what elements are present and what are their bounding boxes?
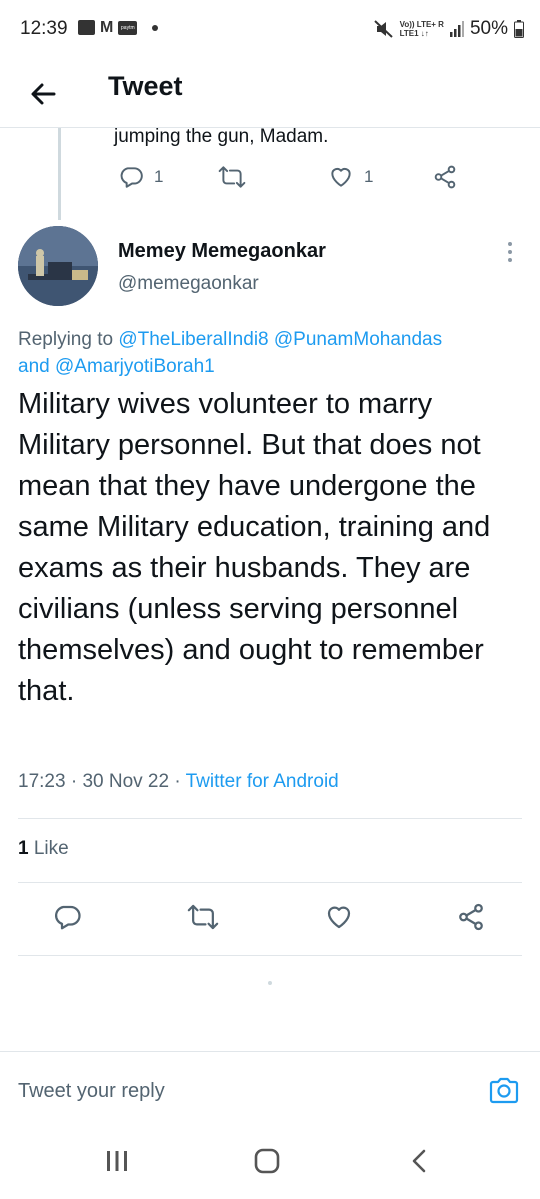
previous-share-button[interactable]: [432, 164, 458, 190]
share-icon: [434, 165, 456, 189]
previous-retweet-button[interactable]: [218, 164, 246, 190]
reply-icon: [120, 167, 143, 188]
meta-separator: ·: [169, 771, 186, 792]
mention-link[interactable]: @TheLiberalIndi8: [118, 329, 268, 350]
like-count-label: Like: [33, 838, 69, 859]
signal-icon: [449, 21, 464, 37]
mention-link[interactable]: @PunamMohandas: [274, 329, 442, 350]
recents-icon: [107, 1151, 127, 1171]
nav-back-icon: [412, 1149, 426, 1173]
status-time: 12:39: [20, 18, 68, 39]
divider: [18, 955, 522, 956]
camera-icon: [489, 1077, 519, 1104]
system-nav-bar: [0, 1128, 540, 1199]
previous-reply-count: 1: [154, 167, 164, 186]
home-button[interactable]: [254, 1148, 280, 1179]
reply-bar-divider: [0, 1051, 540, 1052]
more-options-button[interactable]: [503, 240, 517, 266]
previous-tweet-actions: 1 1: [114, 164, 474, 194]
share-icon: [459, 903, 483, 931]
divider: [18, 818, 522, 819]
tweet-actions: [0, 900, 540, 940]
thread-line: [58, 128, 61, 220]
author-name[interactable]: Memey Memegaonkar: [118, 240, 326, 263]
recents-button[interactable]: [104, 1148, 130, 1179]
gmail-notification-icon: M: [100, 19, 114, 36]
previous-like-button[interactable]: 1: [328, 164, 373, 190]
scroll-indicator: [268, 981, 272, 985]
gallery-notification-icon: [78, 20, 95, 35]
paytm-notification-icon: paytm: [118, 20, 138, 35]
previous-reply-button[interactable]: 1: [118, 164, 163, 190]
network-line-1: Vo)) LTE+ R: [399, 20, 444, 29]
camera-button[interactable]: [487, 1073, 521, 1107]
like-count-number: 1: [18, 838, 29, 859]
back-button[interactable]: [24, 74, 64, 114]
reply-icon: [55, 905, 81, 930]
tweet-source[interactable]: Twitter for Android: [186, 771, 339, 792]
like-button[interactable]: [324, 902, 354, 932]
retweet-icon: [187, 904, 219, 930]
share-button[interactable]: [456, 902, 486, 932]
likes-count[interactable]: 1 Like: [18, 838, 69, 860]
avatar-image: [18, 226, 98, 306]
tweet-meta: 17:23 · 30 Nov 22 · Twitter for Android: [18, 771, 339, 793]
mention-join[interactable]: and: [18, 356, 50, 377]
like-icon: [327, 906, 351, 929]
reply-button[interactable]: [52, 902, 82, 932]
battery-icon: [514, 20, 524, 38]
page-title: Tweet: [108, 71, 183, 101]
mention-link[interactable]: @AmarjyotiBorah1: [55, 356, 215, 377]
app-header: Tweet: [0, 62, 540, 128]
more-icon-dot: [508, 250, 512, 254]
nav-back-button[interactable]: [406, 1148, 432, 1179]
status-right: Vo)) LTE+ R LTE1 ↓↑ 50%: [373, 18, 524, 40]
tweet-text: Military wives volunteer to marry Milita…: [18, 388, 491, 707]
retweet-icon: [218, 166, 246, 188]
replying-to: Replying to @TheLiberalIndi8 @PunamMohan…: [18, 326, 528, 380]
previous-tweet-text: jumping the gun, Madam.: [114, 126, 329, 147]
network-line-2: LTE1 ↓↑: [399, 29, 429, 38]
notification-icons: M paytm: [78, 19, 159, 36]
meta-separator: ·: [65, 771, 83, 792]
reply-input[interactable]: [18, 1076, 458, 1106]
tweet-time: 17:23: [18, 771, 66, 792]
author-handle[interactable]: @memegaonkar: [118, 273, 259, 295]
network-indicator: Vo)) LTE+ R LTE1 ↓↑: [400, 20, 444, 38]
battery-percent: 50%: [469, 18, 508, 39]
status-bar: 12:39 M paytm Vo)) LTE+ R LTE1 ↓↑ 50%: [0, 0, 540, 62]
mute-icon: [373, 20, 394, 38]
home-icon: [254, 1148, 280, 1174]
back-arrow-icon: [31, 83, 56, 105]
retweet-button[interactable]: [187, 902, 219, 932]
replying-prefix: Replying to: [18, 329, 114, 350]
more-icon-dot: [508, 258, 512, 262]
tweet-date: 30 Nov 22: [82, 771, 170, 792]
previous-like-count: 1: [364, 167, 374, 186]
avatar[interactable]: [18, 226, 98, 306]
more-icon-dot: [508, 242, 512, 246]
more-notifications-icon: [152, 24, 159, 31]
like-icon: [331, 167, 351, 187]
divider: [18, 882, 522, 883]
